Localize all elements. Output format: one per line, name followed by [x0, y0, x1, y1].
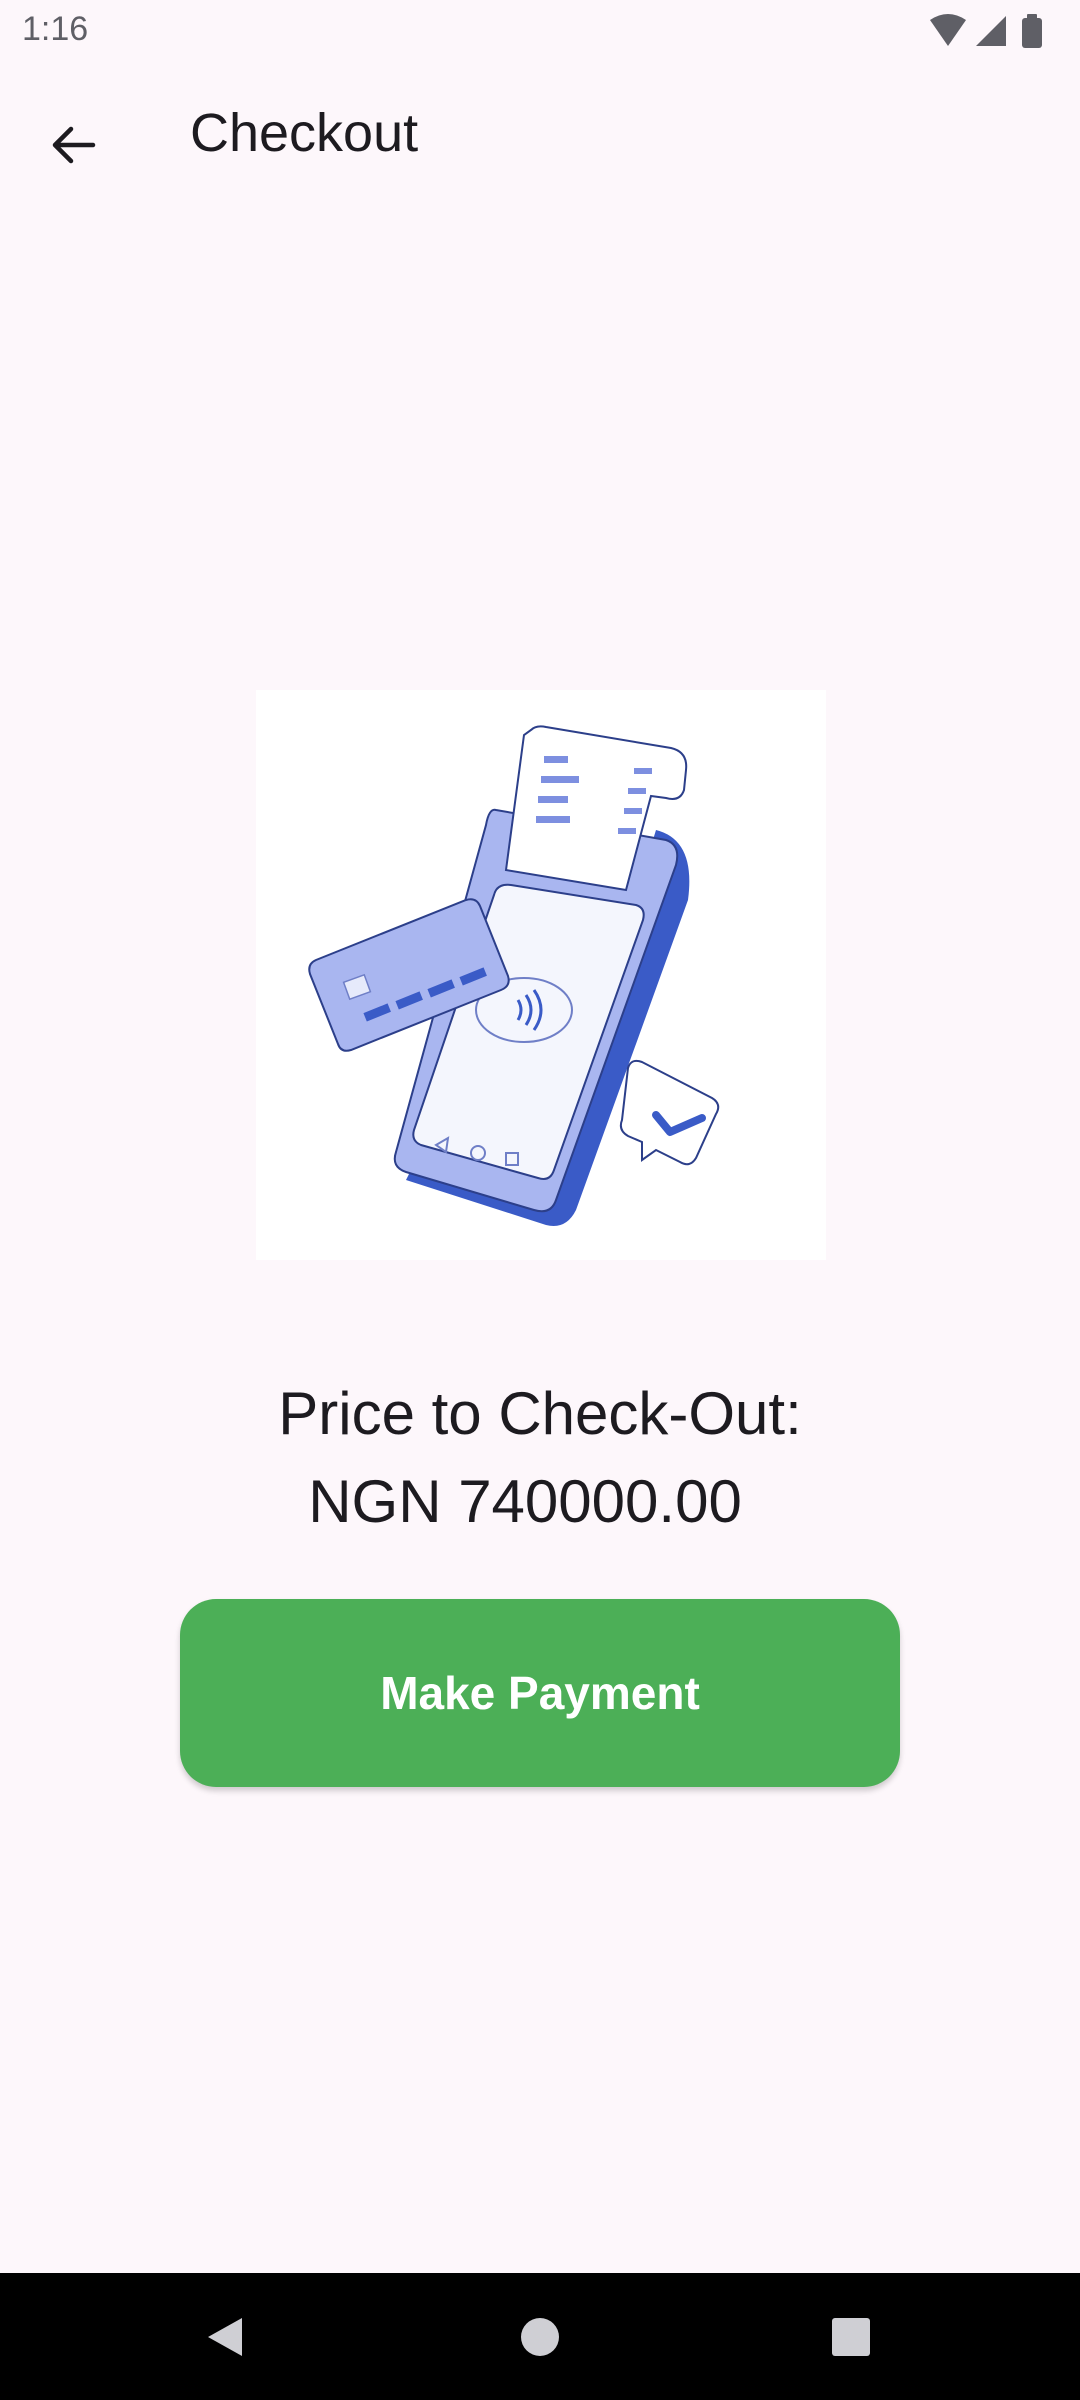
nav-recents-button[interactable] [791, 2273, 911, 2400]
status-icons [928, 12, 1058, 52]
back-triangle-icon [208, 2317, 242, 2356]
status-time: 1:16 [22, 10, 89, 48]
battery-icon [1022, 14, 1042, 48]
status-icons-svg [930, 14, 1042, 48]
arrow-back-icon [52, 126, 96, 164]
make-payment-button[interactable]: Make Payment [180, 1599, 900, 1787]
price-block: Price to Check-Out: NGN 740000.00 [0, 1370, 1080, 1546]
signal-icon [976, 16, 1006, 46]
page-title: Checkout [190, 103, 419, 163]
price-value: NGN 740000.00 [308, 1468, 742, 1535]
price-label: Price to Check-Out: [278, 1380, 802, 1447]
back-button[interactable] [28, 100, 118, 190]
wifi-icon [930, 14, 966, 46]
app-bar: Checkout [0, 64, 1080, 208]
nav-home-button[interactable] [480, 2273, 600, 2400]
nav-back-button[interactable] [165, 2273, 285, 2400]
checkmark-bubble-icon [619, 1059, 720, 1166]
status-bar: 1:16 [0, 0, 1080, 64]
illustration-svg [308, 725, 720, 1226]
payment-terminal-illustration [256, 690, 826, 1260]
system-nav-bar [0, 2273, 1080, 2400]
checkout-screen: 1:16 Checkout Price to Check-Out: NGN 74… [0, 0, 1080, 2400]
home-circle-icon [521, 2317, 559, 2356]
recents-square-icon [832, 2317, 870, 2356]
